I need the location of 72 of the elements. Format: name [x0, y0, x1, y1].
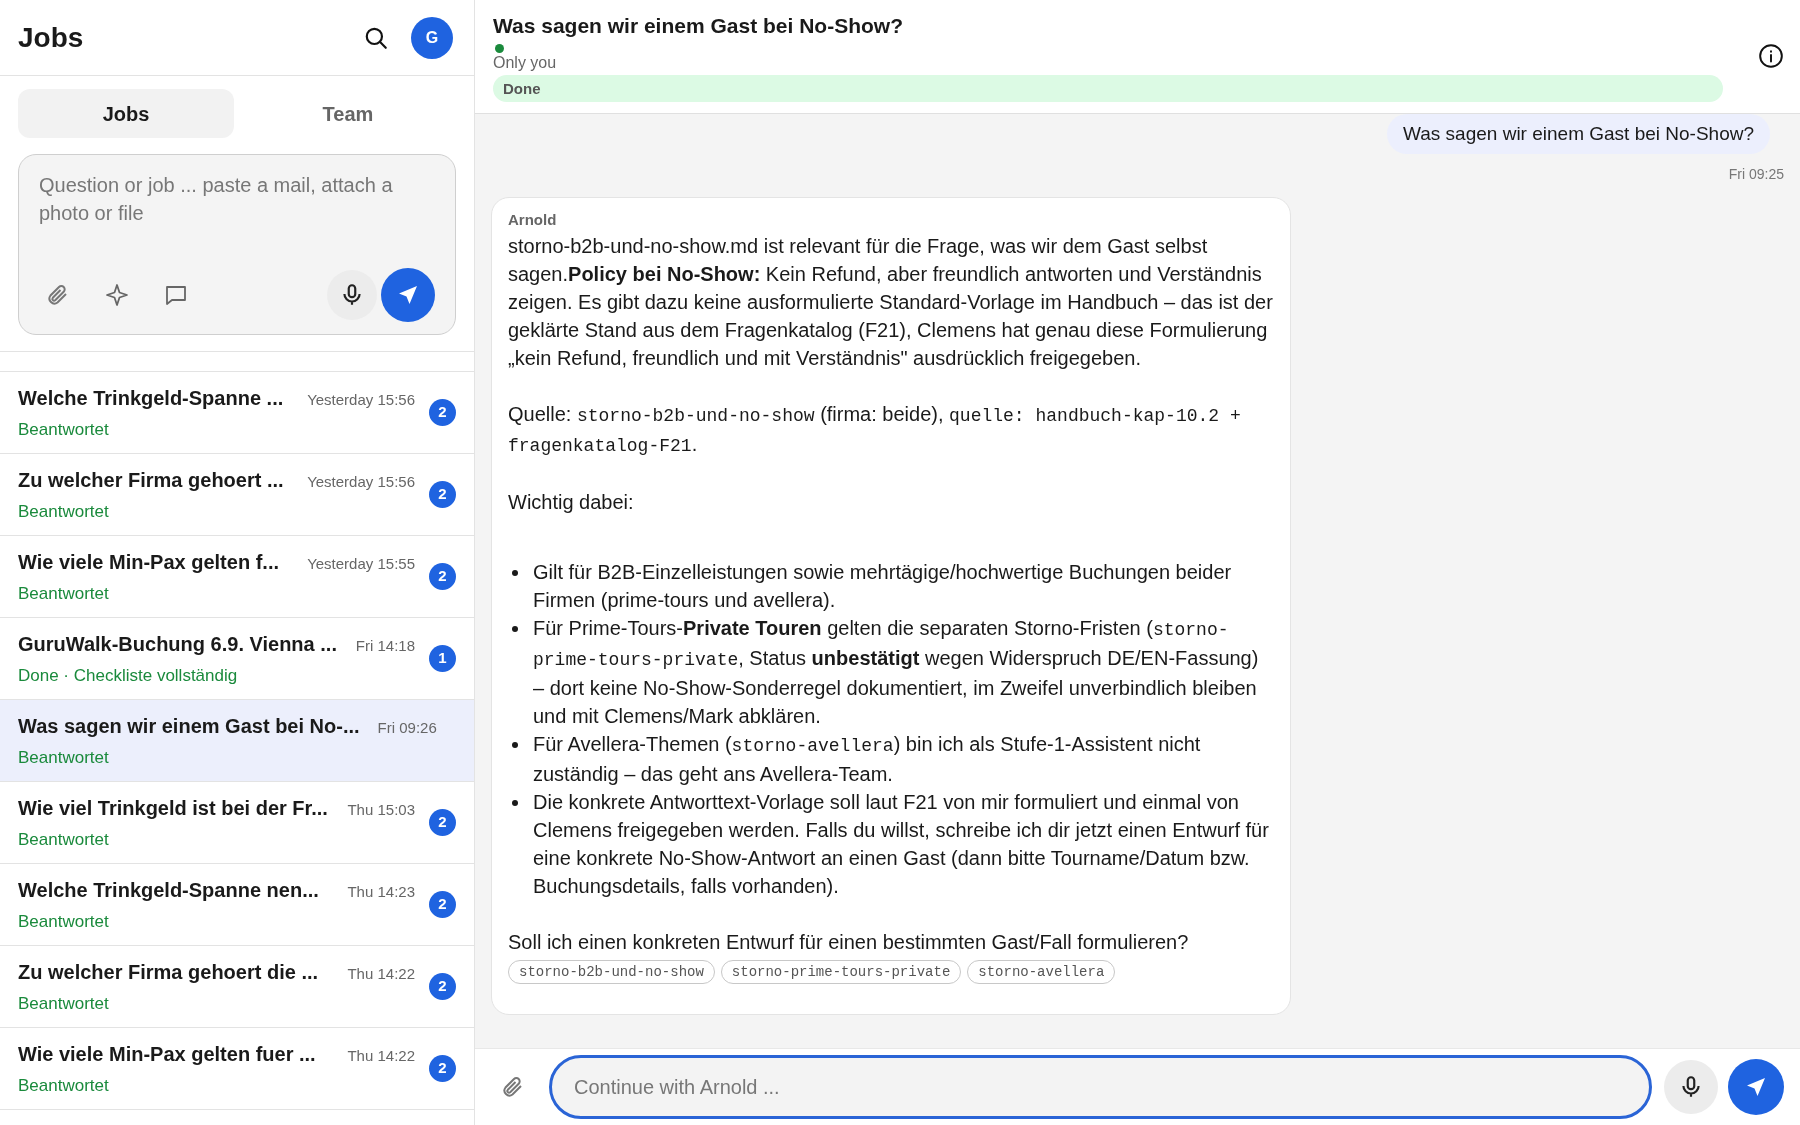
job-time: Yesterday 15:55	[307, 553, 415, 574]
job-time: Yesterday 15:56	[307, 389, 415, 410]
status-pill: Done	[493, 75, 1723, 102]
unread-badge: 1	[429, 645, 456, 672]
message-paragraph: storno-b2b-und-no-show.md ist relevant für die Frage, was wir dem Gast selbst sagen.Policy bei No-Show: Kein Refund, aber freundlich antworten und Verständnis zeigen. Es gibt dazu keine ausformulierte Standard-Vorlage im Handbuch – das ist der geklärte Stand aus dem Fragenkatalog (F21), Clemens hat genau diese Formulierung „kein Refund, freundlich und mit Verständnis" ausdrücklich freigegeben.	[508, 234, 1274, 371]
unread-badge: 2	[429, 399, 456, 426]
job-time: Fri 09:26	[377, 717, 437, 738]
paperclip-icon[interactable]	[501, 1075, 525, 1099]
job-status: Beantwortet	[18, 418, 110, 441]
paperclip-icon[interactable]	[46, 283, 70, 307]
message-time: Fri 09:25	[1728, 165, 1784, 184]
sidebar-title: Jobs	[18, 20, 84, 55]
bullet-text: Für Avellera-Themen (storno-avellera) bin ich als Stufe-1-Assistent nicht zuständig – das geht ans Avellera-Team.	[533, 732, 1202, 787]
sparkle-icon[interactable]	[105, 283, 129, 307]
send-button[interactable]	[381, 268, 435, 322]
bullet-text: Die konkrete Antworttext-Vorlage soll laut F21 von mir formuliert und einmal von Clemens freigegeben werden. Falls du willst, schreibe ich dir jetzt einen Entwurf für eine konkrete No-Show-Antwort an einen Gast (dann bitte Tourname/Datum bzw. Buchungsdetails, falls vorhanden).	[533, 790, 1270, 899]
job-title: Wie viel Trinkgeld ist bei der Fr...	[18, 795, 328, 821]
microphone-button[interactable]	[327, 270, 377, 320]
microphone-button[interactable]	[1664, 1060, 1718, 1114]
bullet-icon	[512, 570, 518, 576]
bullet-icon	[512, 742, 518, 748]
job-status: Beantwortet	[18, 500, 110, 523]
unread-badge: 2	[429, 809, 456, 836]
visibility-label: Only you	[493, 53, 558, 73]
send-button[interactable]	[1728, 1059, 1784, 1115]
job-title: Wie viele Min-Pax gelten f...	[18, 549, 279, 575]
send-icon	[396, 283, 420, 307]
job-title: Welche Trinkgeld-Spanne nen...	[18, 877, 319, 903]
job-title: Was sagen wir einem Gast bei No-...	[18, 713, 360, 739]
job-title: Zu welcher Firma gehoert die ...	[18, 959, 319, 985]
message-paragraph: Quelle: storno-b2b-und-no-show (firma: beide), quelle: handbuch-kap-10.2 + fragenkatalog-F21.	[508, 402, 1242, 458]
job-status: Beantwortet	[18, 1074, 110, 1097]
job-status: Beantwortet	[18, 828, 110, 851]
send-icon	[1744, 1075, 1768, 1099]
job-item[interactable]: Was sagen wir einem Gast bei No-... Fri 09:26 Beantwortet	[0, 700, 474, 782]
author-name: Arnold	[508, 210, 558, 230]
job-status: Beantwortet	[18, 582, 110, 605]
message-paragraph: Wichtig dabei:	[508, 490, 635, 515]
unread-badge: 2	[429, 891, 456, 918]
unread-badge: 2	[429, 1055, 456, 1082]
job-time: Yesterday 15:56	[307, 471, 415, 492]
bullet-text: Gilt für B2B-Einzelleistungen sowie mehrtägige/hochwertige Buchungen beider Firmen (prime-tours und avellera).	[533, 560, 1233, 613]
unread-badge: 2	[429, 481, 456, 508]
unread-badge: 2	[429, 563, 456, 590]
user-message: Was sagen wir einem Gast bei No-Show?	[1387, 114, 1770, 154]
composer-field[interactable]: Question or job ... paste a mail, attach a photo or file	[39, 171, 435, 268]
job-status: Beantwortet	[18, 910, 110, 933]
job-title: Zu welcher Firma gehoert ...	[18, 467, 284, 493]
job-time: Thu 15:03	[347, 799, 415, 820]
job-time: Fri 14:18	[355, 635, 415, 656]
message-paragraph: Soll ich einen konkreten Entwurf für einen bestimmten Gast/Fall formulieren?	[508, 930, 1190, 955]
job-title: GuruWalk-Buchung 6.9. Vienna ...	[18, 631, 337, 657]
job-time: Thu 14:22	[347, 1045, 415, 1066]
composer[interactable]: Question or job ... paste a mail, attach a photo or file	[18, 154, 456, 335]
bullet-text: Für Prime-Tours-Private Touren gelten die separaten Storno-Fristen (storno-prime-tours-private, Status unbestätigt wegen Widerspruch DE/EN-Fassung) – dort keine No-Show-Sonderregel dokumentiert, im Zweifel unverbindlich bleiben und mit Clemens/Mark abklären.	[533, 616, 1260, 729]
message-input[interactable]: Continue with Arnold ...	[549, 1055, 1652, 1119]
avatar[interactable]: G	[411, 16, 453, 59]
info-icon[interactable]	[1758, 43, 1784, 69]
job-title: Wie viele Min-Pax gelten fuer ...	[18, 1041, 316, 1067]
bullet-icon	[512, 626, 518, 632]
tab[interactable]: Team	[240, 89, 456, 138]
job-status: Beantwortet	[18, 992, 110, 1015]
job-title: Welche Trinkgeld-Spanne ...	[18, 385, 284, 411]
job-status: Done · Checkliste vollständig	[18, 664, 239, 687]
tab[interactable]: Jobs	[18, 89, 234, 138]
chat-bubble-icon[interactable]	[164, 283, 188, 307]
bullet-icon	[512, 800, 518, 806]
unread-badge: 2	[429, 973, 456, 1000]
conversation-title: Was sagen wir einem Gast bei No-Show?	[493, 13, 904, 39]
job-time: Thu 14:22	[347, 963, 415, 984]
job-time: Thu 14:23	[347, 881, 415, 902]
job-status: Beantwortet	[18, 746, 110, 769]
